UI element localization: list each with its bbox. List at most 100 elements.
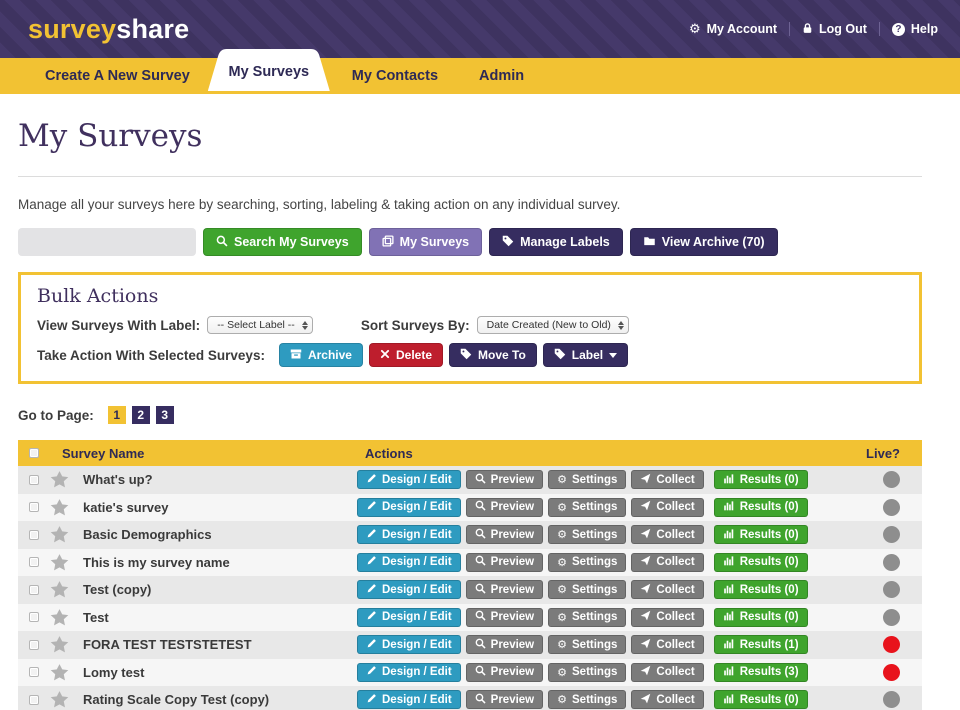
- page-button-3[interactable]: 3: [156, 406, 174, 424]
- design-edit-button[interactable]: Design / Edit: [357, 580, 461, 599]
- preview-button[interactable]: Preview: [466, 525, 543, 544]
- help-link[interactable]: ? Help: [892, 22, 938, 36]
- settings-button[interactable]: ⚙ Settings: [548, 663, 626, 682]
- archive-button[interactable]: Archive: [279, 343, 363, 367]
- design-edit-button[interactable]: Design / Edit: [357, 470, 461, 489]
- favorite-star-icon[interactable]: [50, 663, 74, 682]
- settings-label: Settings: [572, 529, 617, 541]
- collect-button[interactable]: Collect: [631, 690, 703, 709]
- favorite-star-icon[interactable]: [50, 498, 74, 517]
- live-indicator: [883, 471, 900, 488]
- collect-button[interactable]: Collect: [631, 580, 703, 599]
- live-indicator: [883, 554, 900, 571]
- log-out-link[interactable]: Log Out: [802, 22, 867, 37]
- row-checkbox[interactable]: [29, 695, 39, 705]
- collect-button[interactable]: Collect: [631, 470, 703, 489]
- collect-button[interactable]: Collect: [631, 553, 703, 572]
- collect-label: Collect: [656, 584, 694, 596]
- move-to-button[interactable]: Move To: [449, 343, 537, 367]
- search-icon: [475, 610, 486, 624]
- search-my-surveys-button[interactable]: Search My Surveys: [203, 228, 362, 256]
- design-edit-button[interactable]: Design / Edit: [357, 663, 461, 682]
- actions-header: Actions: [357, 446, 778, 461]
- select-all-checkbox[interactable]: [29, 448, 39, 458]
- live-indicator: [883, 526, 900, 543]
- tab-create-new-survey[interactable]: Create A New Survey: [45, 68, 190, 84]
- paper-plane-icon: [640, 693, 651, 707]
- page-button-2[interactable]: 2: [132, 406, 150, 424]
- favorite-star-icon[interactable]: [50, 580, 74, 599]
- design-edit-button[interactable]: Design / Edit: [357, 608, 461, 627]
- collect-button[interactable]: Collect: [631, 498, 703, 517]
- surveyshare-logo[interactable]: surveyshare: [28, 14, 189, 45]
- label-filter-value: -- Select Label --: [217, 319, 295, 331]
- favorite-star-icon[interactable]: [50, 553, 74, 572]
- my-surveys-button[interactable]: My Surveys: [369, 228, 482, 256]
- settings-button[interactable]: ⚙ Settings: [548, 498, 626, 517]
- bulk-filter-row: View Surveys With Label: -- Select Label…: [37, 316, 903, 334]
- settings-button[interactable]: ⚙ Settings: [548, 470, 626, 489]
- table-row: What's up? Design / Edit Preview ⚙ Setti…: [18, 466, 922, 494]
- settings-label: Settings: [572, 474, 617, 486]
- favorite-star-icon[interactable]: [50, 525, 74, 544]
- design-edit-button[interactable]: Design / Edit: [357, 635, 461, 654]
- favorite-star-icon[interactable]: [50, 690, 74, 709]
- favorite-star-icon[interactable]: [50, 635, 74, 654]
- preview-button[interactable]: Preview: [466, 635, 543, 654]
- row-checkbox[interactable]: [29, 585, 39, 595]
- design-edit-button[interactable]: Design / Edit: [357, 690, 461, 709]
- collect-button[interactable]: Collect: [631, 525, 703, 544]
- paper-plane-icon: [640, 555, 651, 569]
- tab-admin[interactable]: Admin: [479, 68, 524, 84]
- design-edit-button[interactable]: Design / Edit: [357, 525, 461, 544]
- page-button-1[interactable]: 1: [108, 406, 126, 424]
- preview-label: Preview: [491, 611, 534, 623]
- settings-button[interactable]: ⚙ Settings: [548, 608, 626, 627]
- preview-button[interactable]: Preview: [466, 690, 543, 709]
- pencil-icon: [366, 528, 377, 542]
- table-row: Test (copy) Design / Edit Preview ⚙ Sett…: [18, 576, 922, 604]
- row-checkbox[interactable]: [29, 502, 39, 512]
- manage-labels-button[interactable]: Manage Labels: [489, 228, 623, 256]
- tab-my-surveys[interactable]: My Surveys: [208, 49, 330, 91]
- delete-button[interactable]: Delete: [369, 343, 443, 367]
- search-icon: [475, 638, 486, 652]
- collect-button[interactable]: Collect: [631, 635, 703, 654]
- table-row: FORA TEST TESTSTETEST Design / Edit Prev…: [18, 631, 922, 659]
- search-icon: [475, 693, 486, 707]
- row-checkbox[interactable]: [29, 640, 39, 650]
- row-checkbox[interactable]: [29, 530, 39, 540]
- my-account-link[interactable]: ⚙ My Account: [689, 22, 777, 36]
- row-checkbox[interactable]: [29, 612, 39, 622]
- favorite-star-icon[interactable]: [50, 608, 74, 627]
- preview-button[interactable]: Preview: [466, 580, 543, 599]
- label-button[interactable]: Label: [543, 343, 628, 367]
- search-icon: [216, 235, 228, 250]
- design-edit-button[interactable]: Design / Edit: [357, 553, 461, 572]
- preview-button[interactable]: Preview: [466, 608, 543, 627]
- settings-button[interactable]: ⚙ Settings: [548, 553, 626, 572]
- settings-button[interactable]: ⚙ Settings: [548, 690, 626, 709]
- collect-label: Collect: [656, 529, 694, 541]
- settings-button[interactable]: ⚙ Settings: [548, 580, 626, 599]
- bar-chart-icon: [723, 665, 735, 679]
- preview-label: Preview: [491, 501, 534, 513]
- view-archive-button[interactable]: View Archive (70): [630, 228, 778, 256]
- row-checkbox[interactable]: [29, 557, 39, 567]
- collect-button[interactable]: Collect: [631, 663, 703, 682]
- search-input[interactable]: [18, 228, 196, 256]
- settings-button[interactable]: ⚙ Settings: [548, 525, 626, 544]
- favorite-star-icon[interactable]: [50, 470, 74, 489]
- tab-my-contacts[interactable]: My Contacts: [352, 68, 438, 84]
- collect-button[interactable]: Collect: [631, 608, 703, 627]
- preview-button[interactable]: Preview: [466, 498, 543, 517]
- row-checkbox[interactable]: [29, 667, 39, 677]
- preview-button[interactable]: Preview: [466, 663, 543, 682]
- preview-button[interactable]: Preview: [466, 553, 543, 572]
- design-edit-button[interactable]: Design / Edit: [357, 498, 461, 517]
- sort-select[interactable]: Date Created (New to Old): [477, 316, 629, 334]
- label-filter-select[interactable]: -- Select Label --: [207, 316, 313, 334]
- settings-button[interactable]: ⚙ Settings: [548, 635, 626, 654]
- preview-button[interactable]: Preview: [466, 470, 543, 489]
- row-checkbox[interactable]: [29, 475, 39, 485]
